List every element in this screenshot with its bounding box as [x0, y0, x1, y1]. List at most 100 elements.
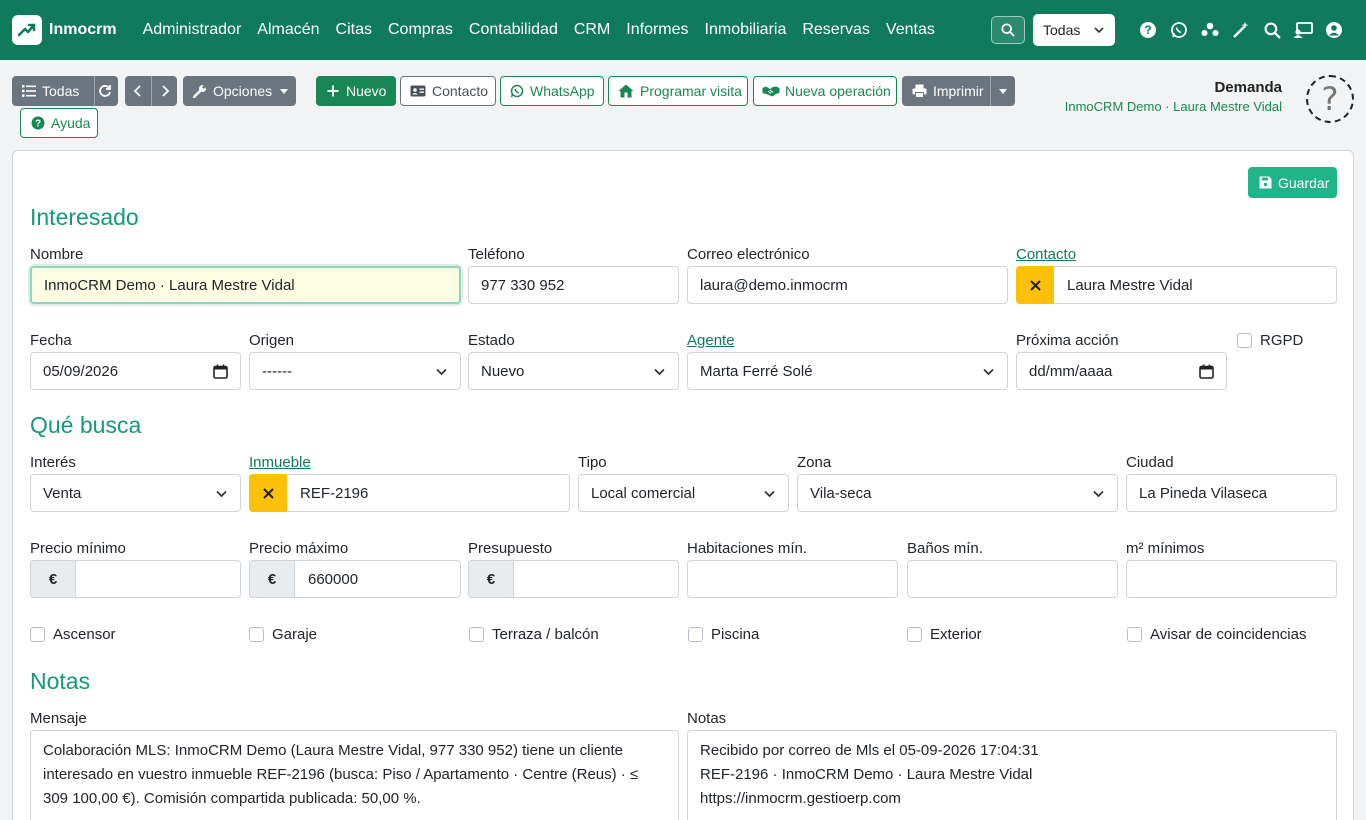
magic-wand-icon[interactable]: [1231, 20, 1251, 40]
menu-item-administrador[interactable]: Administrador: [143, 21, 242, 39]
estado-label: Estado: [468, 332, 515, 349]
banos-input[interactable]: [907, 560, 1118, 598]
email-input[interactable]: laura@demo.inmocrm: [687, 266, 1008, 304]
agente-link[interactable]: Agente: [687, 332, 735, 349]
ayuda-button[interactable]: ? Ayuda: [20, 108, 98, 138]
m2-label: m² mínimos: [1126, 540, 1205, 557]
close-icon: [262, 487, 274, 499]
whatsapp-label: WhatsApp: [530, 83, 595, 99]
whatsapp-icon[interactable]: [1169, 20, 1189, 40]
guardar-button[interactable]: Guardar: [1248, 167, 1337, 198]
chevron-down-icon: [215, 487, 228, 500]
avisar-coincidencias-checkbox[interactable]: [1127, 627, 1142, 642]
origen-value: ------: [262, 362, 292, 380]
close-icon: [1029, 279, 1041, 291]
users-icon[interactable]: [1200, 20, 1220, 40]
refresh-icon[interactable]: [98, 84, 112, 98]
fecha-input[interactable]: 05/09/2026: [30, 352, 241, 390]
agente-value: Marta Ferré Solé: [700, 362, 813, 380]
guardar-label: Guardar: [1278, 174, 1330, 191]
svg-text:?: ?: [1144, 23, 1151, 37]
habitaciones-input[interactable]: [687, 560, 898, 598]
nueva-operacion-button[interactable]: Nueva operación: [753, 76, 897, 106]
todas-filter-button[interactable]: Todas: [12, 76, 118, 106]
caret-down-icon[interactable]: [999, 88, 1007, 94]
menu-item-compras[interactable]: Compras: [388, 21, 453, 39]
menu-item-informes[interactable]: Informes: [626, 21, 688, 39]
tipo-select[interactable]: Local comercial: [578, 474, 789, 512]
scope-select[interactable]: Todas: [1033, 14, 1115, 46]
app-logo[interactable]: Inmocrm: [12, 15, 117, 45]
menu-item-ventas[interactable]: Ventas: [886, 21, 935, 39]
programar-visita-button[interactable]: Programar visita: [608, 76, 748, 106]
house-icon: [618, 84, 634, 98]
zona-select[interactable]: Vila-seca: [797, 474, 1118, 512]
proxima-accion-label: Próxima acción: [1016, 332, 1119, 349]
inmueble-link[interactable]: Inmueble: [249, 454, 311, 471]
nav-search-button[interactable]: [991, 16, 1025, 44]
pager-buttons: [125, 76, 177, 106]
rgpd-label: RGPD: [1260, 332, 1304, 349]
clear-inmueble-button[interactable]: [249, 474, 287, 512]
nombre-label: Nombre: [30, 246, 84, 263]
chart-trend-icon: [12, 15, 42, 45]
chevron-down-icon: [763, 487, 776, 500]
opciones-button[interactable]: Opciones: [183, 76, 296, 106]
ciudad-input[interactable]: La Pineda Vilaseca: [1126, 474, 1337, 512]
interes-select[interactable]: Venta: [30, 474, 241, 512]
nuevo-label: Nuevo: [346, 83, 387, 99]
menu-item-reservas[interactable]: Reservas: [802, 21, 870, 39]
user-icon[interactable]: [1324, 20, 1344, 40]
chevron-down-icon: [653, 365, 666, 378]
imprimir-button[interactable]: Imprimir: [902, 76, 1015, 106]
ciudad-label: Ciudad: [1126, 454, 1174, 471]
contacto-link[interactable]: Contacto: [1016, 246, 1076, 263]
m2-input[interactable]: [1126, 560, 1337, 598]
caret-down-icon: [280, 88, 289, 94]
garaje-checkbox[interactable]: [249, 627, 264, 642]
search-icon[interactable]: [1262, 20, 1282, 40]
agente-select[interactable]: Marta Ferré Solé: [687, 352, 1008, 390]
notas-textarea[interactable]: Recibido por correo de Mls el 05-09-2026…: [687, 730, 1337, 820]
help-icon: ?: [31, 116, 45, 130]
proxima-accion-input[interactable]: dd/mm/aaaa: [1016, 352, 1227, 390]
chevron-down-icon: [1094, 27, 1104, 34]
ascensor-label: Ascensor: [53, 626, 116, 643]
monitor-user-icon[interactable]: [1293, 20, 1313, 40]
list-icon: [22, 85, 36, 97]
calendar-icon[interactable]: [213, 364, 228, 379]
rgpd-checkbox[interactable]: [1237, 333, 1252, 348]
record-header: Demanda InmoCRM Demo · Laura Mestre Vida…: [1065, 79, 1282, 114]
chevron-right-icon[interactable]: [160, 84, 170, 98]
telefono-input[interactable]: 977 330 952: [468, 266, 679, 304]
estado-select[interactable]: Nuevo: [468, 352, 679, 390]
exterior-checkbox[interactable]: [907, 627, 922, 642]
mensaje-textarea[interactable]: Colaboración MLS: InmoCRM Demo (Laura Me…: [30, 730, 679, 820]
presupuesto-label: Presupuesto: [468, 540, 553, 557]
svg-text:?: ?: [35, 119, 41, 130]
origen-select[interactable]: ------: [249, 352, 461, 390]
menu-item-contabilidad[interactable]: Contabilidad: [469, 21, 558, 39]
nombre-input[interactable]: InmoCRM Demo · Laura Mestre Vidal: [30, 266, 461, 304]
banos-label: Baños mín.: [907, 540, 983, 557]
ascensor-checkbox[interactable]: [30, 627, 45, 642]
calendar-icon[interactable]: [1199, 364, 1214, 379]
help-icon[interactable]: ?: [1138, 20, 1158, 40]
clear-contacto-button[interactable]: [1016, 266, 1054, 304]
nuevo-button[interactable]: Nuevo: [316, 76, 396, 106]
menu-item-crm[interactable]: CRM: [574, 21, 610, 39]
contacto-button[interactable]: Contacto: [400, 76, 496, 106]
whatsapp-button[interactable]: WhatsApp: [500, 76, 604, 106]
avatar-placeholder[interactable]: ?: [1306, 75, 1354, 123]
inmueble-input[interactable]: REF-2196: [249, 474, 570, 512]
proxima-accion-value: dd/mm/aaaa: [1029, 362, 1113, 380]
terraza-checkbox[interactable]: [469, 627, 484, 642]
contacto-input[interactable]: Laura Mestre Vidal: [1016, 266, 1337, 304]
piscina-label: Piscina: [711, 626, 760, 643]
chevron-left-icon[interactable]: [133, 84, 143, 98]
piscina-checkbox[interactable]: [688, 627, 703, 642]
menu-item-almacen[interactable]: Almacén: [257, 21, 319, 39]
menu-item-citas[interactable]: Citas: [336, 21, 372, 39]
menu-item-inmobiliaria[interactable]: Inmobiliaria: [705, 21, 787, 39]
email-label: Correo electrónico: [687, 246, 810, 263]
